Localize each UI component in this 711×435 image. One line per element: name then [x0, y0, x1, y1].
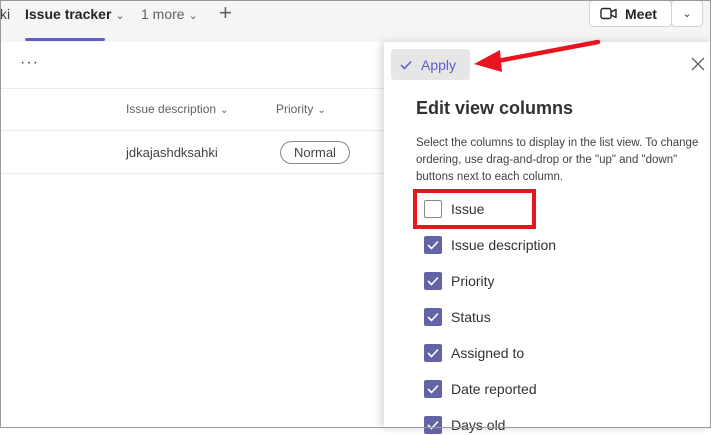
tab-more-label: 1 more	[141, 6, 185, 22]
tab-issue-tracker-label: Issue tracker	[25, 6, 112, 22]
column-option-status[interactable]: Status	[424, 307, 491, 327]
checkbox-checked[interactable]	[424, 272, 442, 290]
column-header-label: Issue description	[126, 102, 217, 116]
checkbox-checked[interactable]	[424, 416, 442, 434]
add-tab-icon[interactable]: +	[219, 0, 232, 26]
checkbox-checked[interactable]	[424, 308, 442, 326]
column-option-issue-description[interactable]: Issue description	[424, 235, 556, 255]
checkmark-icon	[427, 384, 439, 394]
apply-label: Apply	[421, 56, 457, 73]
column-header-priority[interactable]: Priority ⌄	[276, 102, 326, 116]
tab-previous-fragment[interactable]: ki	[0, 6, 10, 22]
chevron-down-icon: ⌄	[220, 105, 229, 116]
column-option-label: Priority	[451, 273, 495, 289]
meet-options-button[interactable]: ⌄	[671, 0, 703, 27]
column-header-issue-description[interactable]: Issue description ⌄	[126, 102, 228, 116]
chevron-down-icon: ⌄	[682, 8, 692, 20]
checkbox-checked[interactable]	[424, 380, 442, 398]
column-option-label: Assigned to	[451, 345, 525, 361]
apply-button[interactable]: Apply	[391, 49, 470, 80]
checkbox-checked[interactable]	[424, 344, 442, 362]
column-option-assigned-to[interactable]: Assigned to	[424, 343, 524, 363]
checkmark-icon	[427, 420, 439, 430]
column-header-label: Priority	[276, 102, 314, 116]
chevron-down-icon: ⌄	[188, 10, 198, 22]
annotation-highlight-box	[413, 189, 536, 229]
panel-title: Edit view columns	[416, 98, 574, 118]
checkmark-icon	[427, 348, 439, 358]
active-tab-indicator	[25, 38, 105, 41]
column-option-days-old[interactable]: Days old	[424, 415, 505, 435]
column-option-label: Status	[451, 309, 491, 325]
checkmark-icon	[427, 276, 439, 286]
checkbox-checked[interactable]	[424, 236, 442, 254]
divider	[0, 130, 384, 131]
column-option-label: Issue description	[451, 237, 557, 253]
panel-description: Select the columns to display in the lis…	[416, 137, 699, 183]
close-icon[interactable]	[690, 56, 706, 72]
meet-button[interactable]: Meet	[589, 0, 672, 27]
column-option-label: Days old	[451, 417, 506, 433]
checkmark-icon	[400, 60, 412, 70]
divider	[0, 88, 384, 89]
cell-issue-description[interactable]: jdkajashdksahki	[126, 145, 218, 160]
tab-more[interactable]: 1 more ⌄	[141, 6, 198, 22]
column-option-priority[interactable]: Priority	[424, 271, 495, 291]
checkmark-icon	[427, 240, 439, 250]
chevron-down-icon: ⌄	[317, 105, 326, 116]
tab-issue-tracker[interactable]: Issue tracker ⌄	[25, 6, 125, 22]
column-option-date-reported[interactable]: Date reported	[424, 379, 537, 399]
annotation-arrow-icon	[474, 39, 601, 72]
more-options-icon[interactable]: ···	[20, 54, 39, 72]
video-camera-icon	[600, 7, 617, 20]
chevron-down-icon: ⌄	[115, 10, 125, 22]
edit-view-columns-panel: Apply Edit view columns Select the colum…	[384, 42, 711, 434]
checkmark-icon	[427, 312, 439, 322]
column-option-label: Date reported	[451, 381, 537, 397]
priority-badge: Normal	[280, 141, 350, 164]
divider	[0, 173, 384, 174]
meet-label: Meet	[625, 5, 657, 22]
